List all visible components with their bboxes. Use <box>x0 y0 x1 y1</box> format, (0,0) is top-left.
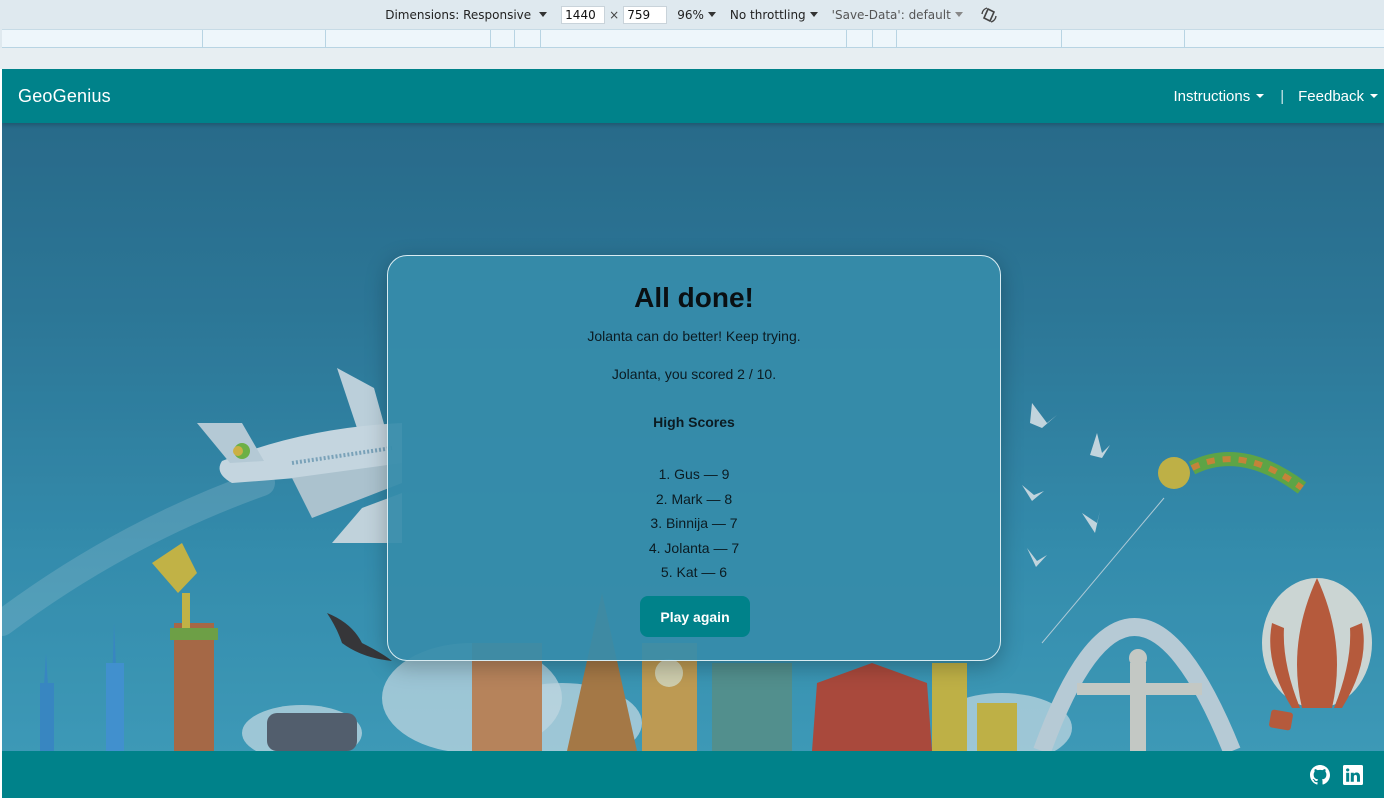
device-toolbar-row: Dimensions: Responsive × 96% No throttli… <box>0 0 1384 30</box>
high-score-item: 2. Mark — 8 <box>655 490 733 507</box>
throttling-dropdown[interactable]: No throttling <box>730 8 806 22</box>
navbar: GeoGenius Instructions | Feedback <box>2 69 1384 123</box>
ruler-mark <box>846 30 847 47</box>
game-page: GeoGenius Instructions | Feedback All do… <box>2 69 1384 798</box>
devtools-device-toolbar: Dimensions: Responsive × 96% No throttli… <box>0 0 1384 69</box>
width-input[interactable] <box>561 6 606 24</box>
rotate-icon[interactable] <box>979 5 999 25</box>
github-icon[interactable] <box>1310 765 1330 785</box>
nav-links: Instructions | Feedback <box>1174 88 1378 105</box>
ruler-mark <box>490 30 491 47</box>
height-input[interactable] <box>623 6 668 24</box>
throttling-caret-icon[interactable] <box>809 12 818 17</box>
score-text: Jolanta, you scored 2 / 10. <box>611 366 777 382</box>
high-scores-list: 1. Gus — 9 2. Mark — 8 3. Binnija — 7 4.… <box>388 465 1000 588</box>
caret-down-icon <box>1370 94 1378 98</box>
high-scores-title: High Scores <box>653 414 735 430</box>
footer <box>2 751 1384 798</box>
modal-title: All done! <box>634 282 754 313</box>
nav-separator: | <box>1280 87 1285 105</box>
encouragement-message: Jolanta can do better! Keep trying. <box>587 328 801 344</box>
dimensions-caret-icon[interactable] <box>539 12 548 17</box>
ruler-mark <box>896 30 897 47</box>
ruler-mark <box>540 30 541 47</box>
ruler-mark <box>202 30 203 47</box>
high-score-item: 3. Binnija — 7 <box>650 515 738 531</box>
devtools-gap <box>0 48 1384 69</box>
dimensions-dropdown[interactable]: Dimensions: Responsive <box>385 8 531 22</box>
linkedin-icon[interactable] <box>1343 765 1363 785</box>
save-data-caret-icon[interactable] <box>954 12 963 17</box>
instructions-label: Instructions <box>1173 87 1251 105</box>
media-query-ruler[interactable] <box>2 29 1384 48</box>
results-modal: All done! Jolanta can do better! Keep tr… <box>387 255 1001 661</box>
zoom-caret-icon[interactable] <box>707 12 716 17</box>
times-symbol: × <box>609 8 620 22</box>
high-score-item: 4. Jolanta — 7 <box>648 539 740 556</box>
feedback-dropdown[interactable]: Feedback <box>1298 88 1378 105</box>
feedback-label: Feedback <box>1298 87 1364 105</box>
high-score-item: 5. Kat — 6 <box>660 564 728 580</box>
ruler-mark <box>325 30 326 47</box>
ruler-mark <box>514 30 515 47</box>
high-score-item: 1. Gus — 9 <box>658 466 730 482</box>
instructions-dropdown[interactable]: Instructions <box>1174 88 1265 105</box>
caret-down-icon <box>1256 94 1265 98</box>
zoom-dropdown[interactable]: 96% <box>677 8 704 22</box>
brand-logo[interactable]: GeoGenius <box>18 86 111 107</box>
ruler-mark <box>1184 30 1185 47</box>
save-data-dropdown[interactable]: 'Save-Data': default <box>832 8 951 22</box>
ruler-mark <box>872 30 873 47</box>
play-again-button[interactable]: Play again <box>640 596 750 637</box>
ruler-mark <box>1061 30 1062 47</box>
